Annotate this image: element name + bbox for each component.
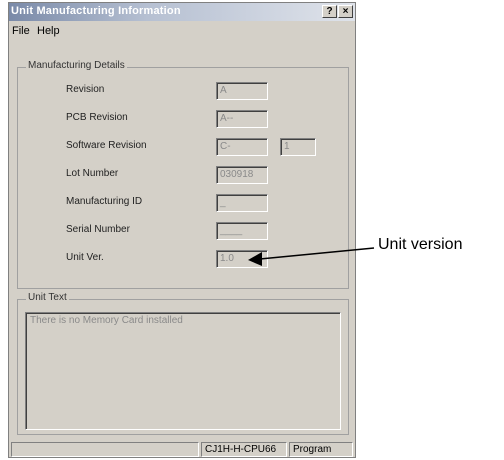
unit-version-annotation: Unit version	[378, 236, 463, 253]
annotation-arrow	[248, 247, 375, 266]
